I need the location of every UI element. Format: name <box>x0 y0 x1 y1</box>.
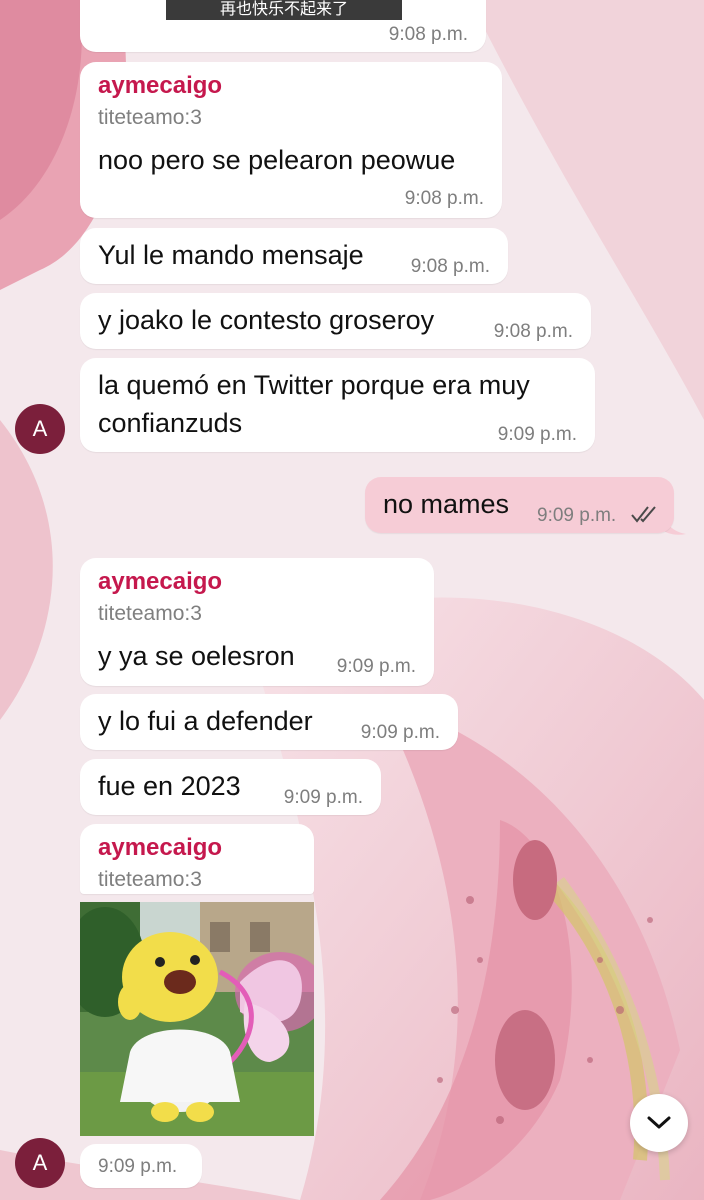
message-text-line2: confianzuds <box>98 408 243 438</box>
message-text: y ya se oelesron <box>98 641 295 671</box>
sender-name[interactable]: aymecaigo <box>98 72 222 100</box>
message-text: Yul le mando mensaje <box>98 240 364 270</box>
message-bubble[interactable]: y lo fui a defender 9:09 p.m. <box>80 694 458 750</box>
double-check-icon <box>631 506 656 523</box>
scroll-to-bottom-button[interactable] <box>630 1094 688 1152</box>
message-bubble[interactable]: aymecaigo titeteamo:3 y ya se oelesron 9… <box>80 558 434 686</box>
outgoing-message-bubble[interactable]: no mames 9:09 p.m. <box>365 477 674 533</box>
cupid-chick-sticker[interactable] <box>80 902 314 1136</box>
message-text: y joako le contesto groseroy <box>98 305 435 335</box>
message-bubble[interactable]: aymecaigo titeteamo:3 noo pero se pelear… <box>80 62 502 218</box>
message-text: no mames <box>383 489 510 519</box>
reply-quote[interactable]: titeteamo:3 <box>98 602 202 626</box>
message-time: 9:09 p.m. <box>360 722 440 743</box>
message-time: 9:09 p.m. <box>336 656 416 677</box>
message-bubble-header[interactable]: aymecaigo titeteamo:3 <box>80 824 314 894</box>
message-time: 9:09 p.m. <box>283 787 363 808</box>
avatar-initial: A <box>32 1150 48 1175</box>
message-text-line1: la quemó en Twitter porque era muy <box>98 370 530 400</box>
video-caption: 再也快乐不起来了 <box>219 1 348 18</box>
message-time: 9:09 p.m. <box>98 1156 178 1177</box>
message-bubble[interactable]: fue en 2023 9:09 p.m. <box>80 759 381 815</box>
avatar[interactable]: A <box>15 1138 65 1188</box>
message-time: 9:08 p.m. <box>388 24 468 45</box>
message-time: 9:08 p.m. <box>493 321 573 342</box>
message-text: fue en 2023 <box>98 771 241 801</box>
message-bubble[interactable]: Yul le mando mensaje 9:08 p.m. <box>80 228 508 284</box>
video-thumbnail[interactable]: 再也快乐不起来了 <box>166 0 402 20</box>
message-text: y lo fui a defender <box>98 706 313 736</box>
message-text: noo pero se pelearon peowue <box>98 145 456 175</box>
message-time: 9:09 p.m. <box>497 424 577 445</box>
message-bubble[interactable]: y joako le contesto groseroy 9:08 p.m. <box>80 293 591 349</box>
message-bubble[interactable]: la quemó en Twitter porque era muy confi… <box>80 358 595 452</box>
message-time-bubble[interactable]: 9:09 p.m. <box>80 1144 202 1188</box>
message-time: 9:08 p.m. <box>404 188 484 209</box>
message-time: 9:09 p.m. <box>537 505 617 526</box>
sender-name[interactable]: aymecaigo <box>98 568 222 596</box>
sender-name[interactable]: aymecaigo <box>98 834 222 862</box>
message-time: 9:08 p.m. <box>410 256 490 277</box>
reply-quote[interactable]: titeteamo:3 <box>98 868 202 892</box>
avatar-initial: A <box>32 416 48 441</box>
reply-quote[interactable]: titeteamo:3 <box>98 106 202 130</box>
avatar[interactable]: A <box>15 404 65 454</box>
chevron-down-icon <box>647 1116 671 1129</box>
